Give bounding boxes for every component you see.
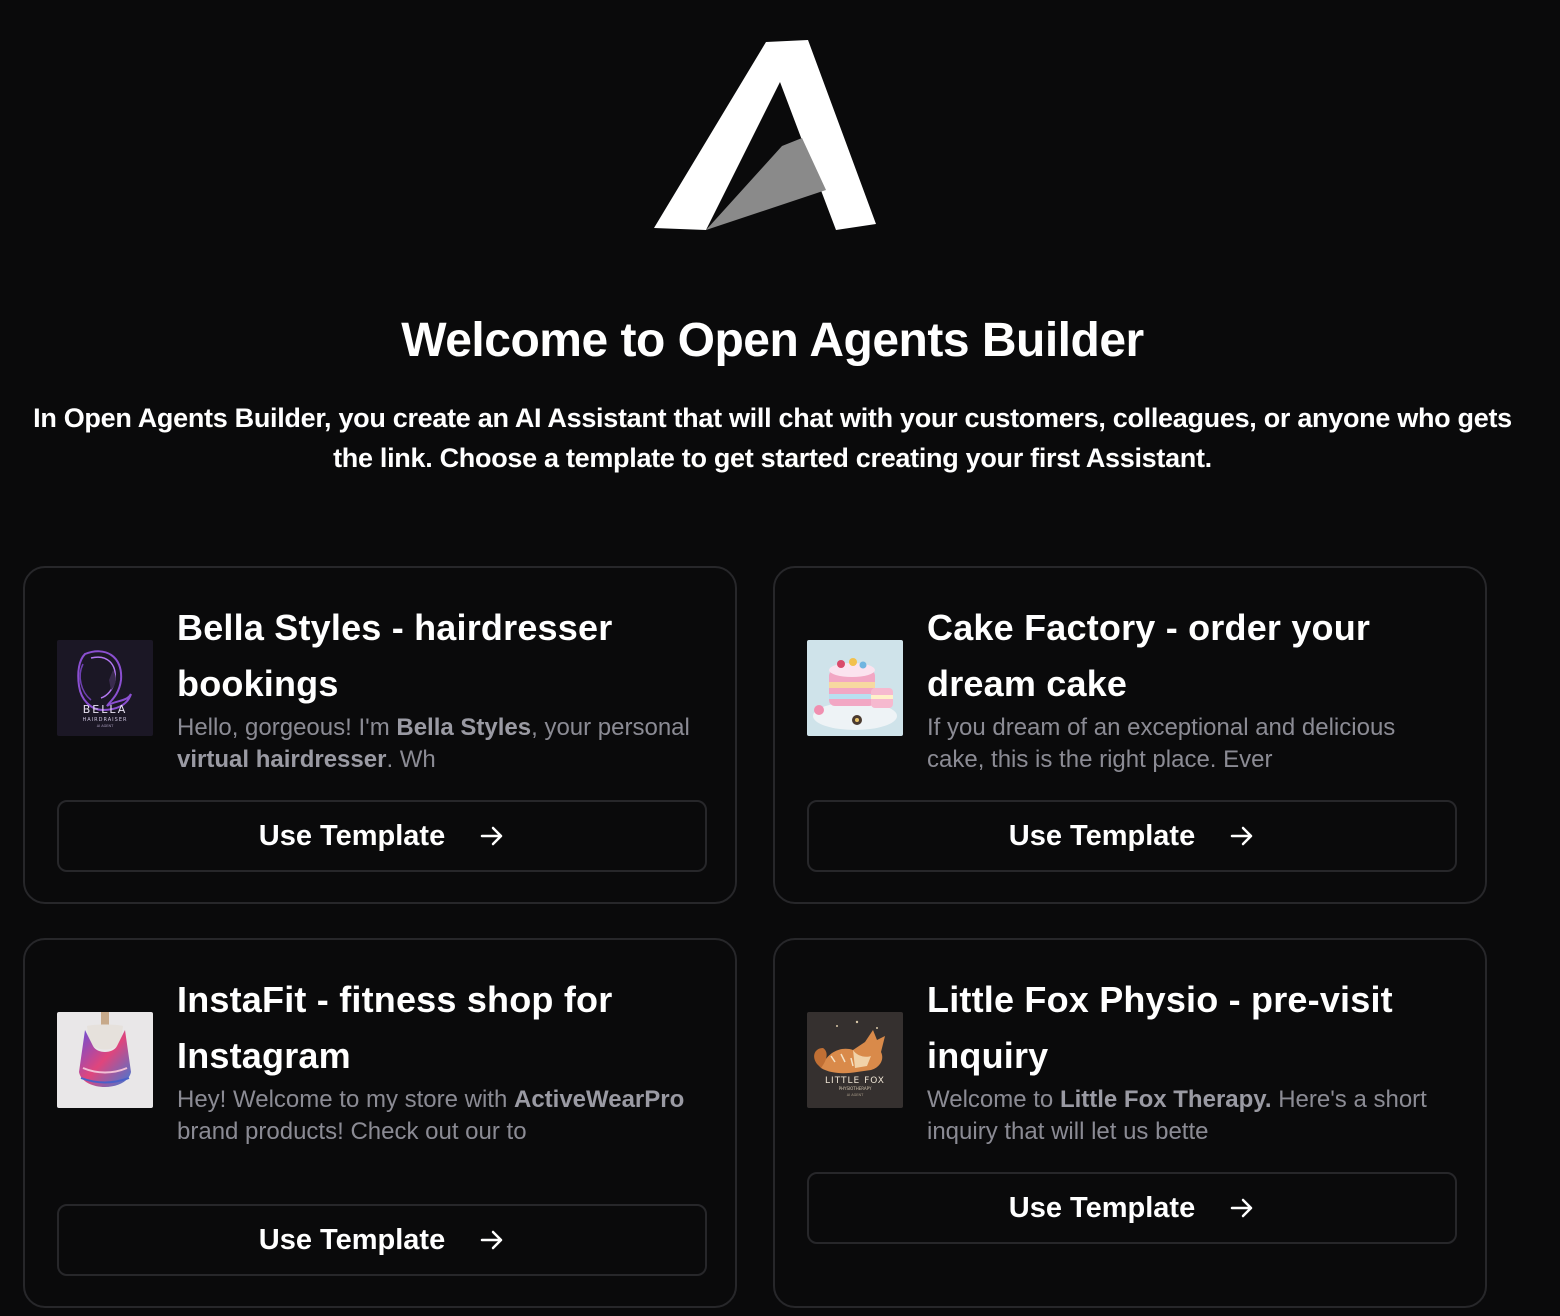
use-template-button[interactable]: Use Template: [57, 800, 707, 872]
thumb-text-main: BELLA: [83, 703, 128, 716]
template-title: Bella Styles - hairdresser bookings: [177, 607, 613, 704]
page-title: Welcome to Open Agents Builder: [401, 314, 1144, 367]
use-template-button[interactable]: Use Template: [807, 800, 1457, 872]
template-description: Hey! Welcome to my store with ActiveWear…: [177, 1086, 685, 1145]
template-title: Cake Factory - order your dream cake: [927, 607, 1371, 704]
use-template-button[interactable]: Use Template: [57, 1204, 707, 1276]
use-template-label: Use Template: [258, 819, 446, 852]
arrow-right-icon: [480, 1230, 503, 1250]
open-agents-logo-icon: [654, 40, 876, 230]
thumb-text-tag: AI AGENT: [847, 1093, 864, 1097]
page-subtitle: In Open Agents Builder, you create an AI…: [33, 403, 1512, 473]
sports-top-thumbnail-icon: [57, 1012, 153, 1108]
thumb-text-sub: HAIRDRAISER: [83, 717, 128, 723]
welcome-page: Welcome to Open Agents Builder In Open A…: [0, 0, 1560, 1316]
template-card-little-fox-physio: LITTLE FOX PHYSIOTHERAPY AI AGENT Little…: [773, 938, 1487, 1308]
template-card-cake-factory: Cake Factory - order your dream cake If …: [773, 566, 1487, 904]
thumb-text-sub: PHYSIOTHERAPY: [839, 1086, 872, 1091]
thumb-text-main: LITTLE FOX: [825, 1076, 885, 1086]
arrow-right-icon: [480, 826, 503, 846]
template-description: If you dream of an exceptional and delic…: [927, 714, 1396, 773]
template-title: Little Fox Physio - pre-visit inquiry: [927, 979, 1393, 1076]
fox-physio-thumbnail-icon: LITTLE FOX PHYSIOTHERAPY AI AGENT: [807, 1012, 903, 1108]
template-card-instafit: InstaFit - fitness shop for Instagram He…: [23, 938, 737, 1308]
use-template-label: Use Template: [1008, 1191, 1196, 1224]
thumb-text-tag: AI AGENT: [97, 724, 114, 728]
use-template-button[interactable]: Use Template: [807, 1172, 1457, 1244]
cake-thumbnail-icon: [807, 640, 903, 736]
use-template-label: Use Template: [258, 1223, 446, 1256]
arrow-right-icon: [1230, 1198, 1253, 1218]
template-description: Welcome to Little Fox Therapy. Here's a …: [927, 1086, 1427, 1145]
bella-hairdresser-thumbnail-icon: BELLA HAIRDRAISER AI AGENT: [57, 640, 153, 736]
arrow-right-icon: [1230, 826, 1253, 846]
template-card-bella-styles: BELLA HAIRDRAISER AI AGENT Bella Styles …: [23, 566, 737, 904]
template-title: InstaFit - fitness shop for Instagram: [177, 979, 613, 1076]
use-template-label: Use Template: [1008, 819, 1196, 852]
template-description: Hello, gorgeous! I'm Bella Styles, your …: [177, 714, 690, 773]
